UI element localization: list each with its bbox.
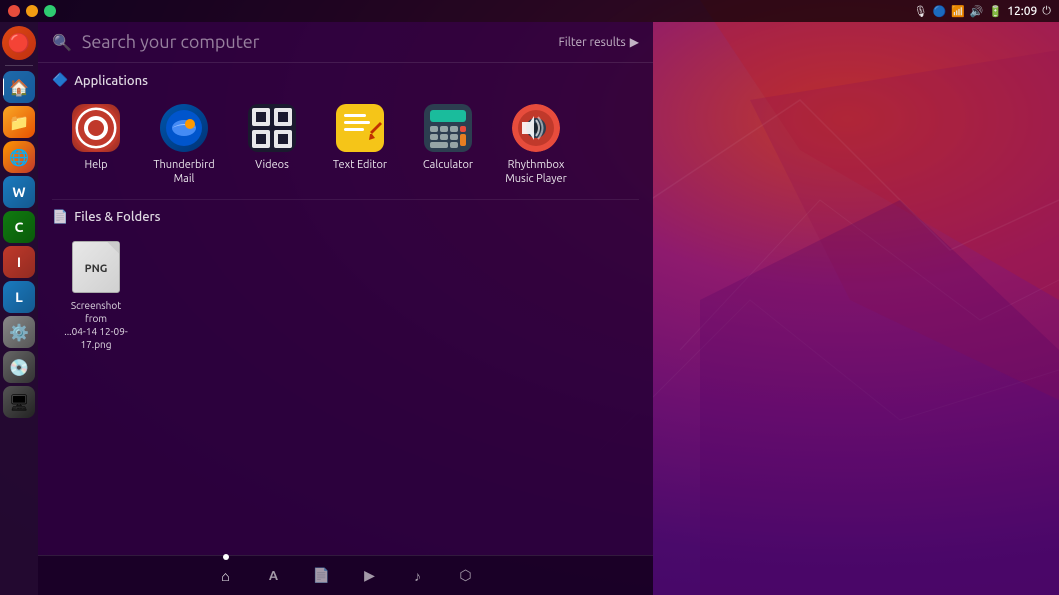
launcher-item-disk2[interactable]: 🖥 [3,386,35,418]
filter-bar: ⌂ A 📄 ▶ ♪ ⬡ [38,555,653,595]
launcher-item-home[interactable]: 🏠 [3,71,35,103]
filter-btn-photos[interactable]: ⬡ [452,562,480,590]
app-icon-calculator [424,104,472,152]
files-section: 📄 Files & Folders PNG Screenshot from...… [38,200,653,363]
file-name-screenshot: Screenshot from...04-14 12-09-17.png [60,299,132,351]
file-icon-png: PNG [72,241,120,293]
search-icon: 🔍 [52,33,72,52]
launcher-item-settings[interactable]: ⚙️ [3,316,35,348]
app-name-thunderbird: Thunderbird Mail [148,158,220,187]
launcher-item-ubuntu[interactable]: 🔴 [2,26,36,60]
app-name-help: Help [84,158,107,172]
app-icon-texteditor [336,104,384,152]
top-panel: 🎙 🔵 📶 🔊 🔋 12:09 ⏻ [0,0,1059,22]
launcher-item-calc[interactable]: C [3,211,35,243]
files-section-title: Files & Folders [74,210,160,224]
clock[interactable]: 12:09 [1007,5,1037,18]
filter-results-label: Filter results [558,36,625,49]
app-name-videos: Videos [255,158,289,172]
app-icon-help [72,104,120,152]
minimize-button[interactable] [26,5,38,17]
applications-grid: Help Thunderbird Mail [52,98,639,193]
launcher-item-impress[interactable]: I [3,246,35,278]
battery-icon[interactable]: 🔋 [989,5,1003,18]
app-item-rhythmbox[interactable]: Rhythmbox Music Player [496,98,576,193]
applications-section: 🔷 Applications Help [38,63,653,199]
launcher-item-writer[interactable]: W [3,176,35,208]
app-name-calculator: Calculator [423,158,473,172]
app-icon-thunderbird [160,104,208,152]
chevron-right-icon: ▶ [630,35,639,49]
files-section-header: 📄 Files & Folders [52,210,639,225]
network-icon[interactable]: 📶 [951,5,965,18]
dash-overlay: 🔍 Filter results ▶ 🔷 Applications [38,22,653,595]
app-name-texteditor: Text Editor [333,158,387,172]
launcher-item-files[interactable]: 📁 [3,106,35,138]
files-grid: PNG Screenshot from...04-14 12-09-17.png [52,235,639,357]
search-input[interactable] [82,32,549,52]
file-item-screenshot[interactable]: PNG Screenshot from...04-14 12-09-17.png [56,235,136,357]
launcher-item-firefox[interactable]: 🌐 [3,141,35,173]
app-icon-videos [248,104,296,152]
files-section-icon: 📄 [52,210,68,225]
filter-btn-all[interactable]: ⌂ [212,562,240,590]
close-button[interactable] [8,5,20,17]
power-icon[interactable]: ⏻ [1042,5,1051,18]
bluetooth-icon[interactable]: 🔵 [932,5,946,18]
window-controls [8,5,56,17]
filter-btn-music[interactable]: ♪ [404,562,432,590]
app-icon-rhythmbox [512,104,560,152]
app-name-rhythmbox: Rhythmbox Music Player [500,158,572,187]
filter-btn-applications[interactable]: A [260,562,288,590]
applications-section-title: Applications [74,74,148,88]
launcher-item-libreoffice[interactable]: L [3,281,35,313]
launcher-item-disk[interactable]: 💿 [3,351,35,383]
applications-section-icon: 🔷 [52,73,68,88]
app-item-texteditor[interactable]: Text Editor [320,98,400,193]
app-item-videos[interactable]: Videos [232,98,312,193]
mic-icon[interactable]: 🎙 [913,5,927,18]
app-item-calculator[interactable]: Calculator [408,98,488,193]
speaker-icon[interactable]: 🔊 [970,5,984,18]
system-indicators: 🎙 🔵 📶 🔊 🔋 12:09 ⏻ [913,5,1051,18]
filter-btn-media[interactable]: ▶ [356,562,384,590]
app-item-thunderbird[interactable]: Thunderbird Mail [144,98,224,193]
search-bar: 🔍 Filter results ▶ [38,22,653,63]
applications-section-header: 🔷 Applications [52,73,639,88]
filter-results-button[interactable]: Filter results ▶ [558,35,639,49]
app-item-help[interactable]: Help [56,98,136,193]
maximize-button[interactable] [44,5,56,17]
launcher-divider [5,65,33,66]
filter-btn-documents[interactable]: 📄 [308,562,336,590]
unity-launcher: 🔴 🏠 📁 🌐 W C I L ⚙️ 💿 🖥 [0,22,38,595]
